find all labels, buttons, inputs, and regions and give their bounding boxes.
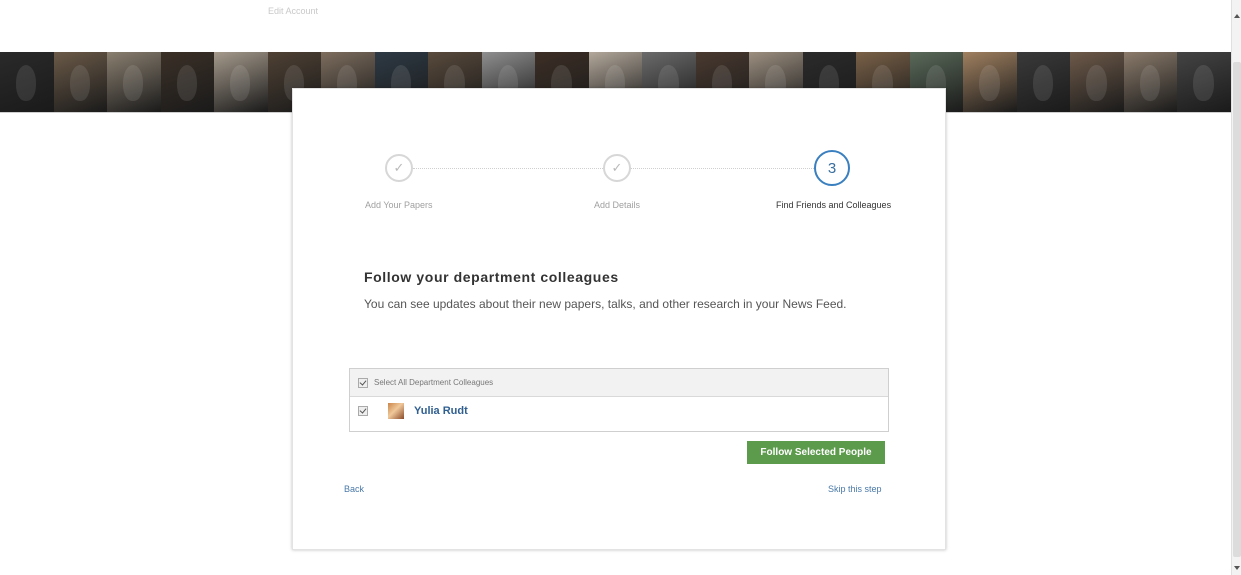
header-faint-text: Edit Account [268, 6, 319, 16]
profile-photo-tile [963, 52, 1017, 112]
onboarding-modal: ✓ ✓ 3 Add Your Papers Add Details Find F… [292, 88, 946, 550]
page-title: Follow your department colleagues [364, 269, 619, 285]
list-item: Yulia Rudt [350, 397, 888, 431]
select-all-label: Select All Department Colleagues [374, 378, 494, 387]
profile-photo-tile [1123, 52, 1178, 112]
step-3-number: 3 [827, 159, 837, 177]
step-1-label: Add Your Papers [365, 200, 433, 210]
profile-photo-tile [160, 52, 215, 112]
step-2-check-glyph: ✓ [611, 160, 623, 175]
scroll-down-arrow-icon[interactable] [1234, 566, 1240, 570]
select-all-row[interactable]: Select All Department Colleagues [350, 369, 888, 397]
profile-photo-tile [1070, 52, 1124, 112]
step-3-number-badge: 3 [814, 150, 850, 186]
colleague-list: Select All Department Colleagues Yulia R… [349, 368, 889, 432]
colleague-checkbox[interactable] [358, 406, 368, 416]
step-1-check-glyph: ✓ [393, 160, 405, 175]
profile-photo-tile [1016, 52, 1071, 112]
step-1-checkmark-icon: ✓ [385, 154, 413, 182]
profile-photo-tile [0, 52, 54, 112]
page: Edit Account ✓ ✓ 3 Add Your Papers Add D… [0, 0, 1241, 575]
step-2-checkmark-icon: ✓ [603, 154, 631, 182]
skip-step-link[interactable]: Skip this step [828, 484, 882, 494]
select-all-checkbox[interactable] [358, 377, 368, 388]
profile-photo-tile [214, 52, 268, 112]
page-description: You can see updates about their new pape… [364, 297, 847, 311]
avatar [388, 403, 404, 419]
follow-selected-button[interactable]: Follow Selected People [747, 441, 885, 464]
scroll-thumb[interactable] [1233, 62, 1241, 557]
step-2-label: Add Details [594, 200, 641, 210]
back-link[interactable]: Back [344, 484, 364, 494]
profile-photo-tile [1177, 52, 1231, 112]
scroll-up-arrow-icon[interactable] [1234, 14, 1240, 18]
vertical-scrollbar[interactable] [1231, 0, 1241, 575]
step-connector-2 [631, 168, 814, 169]
step-connector-1 [413, 168, 603, 169]
step-3-label: Find Friends and Colleagues [776, 200, 892, 210]
colleague-name-link[interactable]: Yulia Rudt [414, 405, 468, 417]
profile-photo-tile [53, 52, 108, 112]
profile-photo-tile [107, 52, 161, 112]
